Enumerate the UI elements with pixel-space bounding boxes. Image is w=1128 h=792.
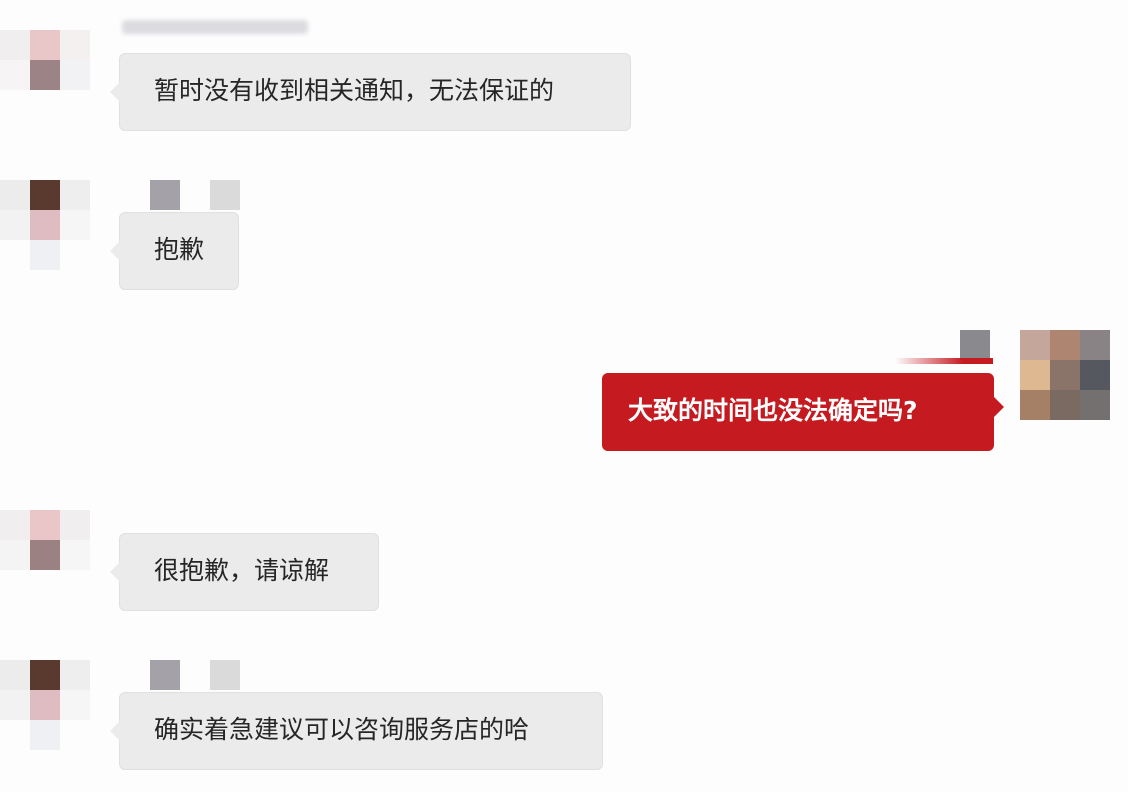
message-bubble[interactable]: 暂时没有收到相关通知，无法保证的 — [110, 53, 631, 131]
decorative-line — [895, 358, 993, 364]
avatar[interactable] — [0, 30, 90, 90]
message-bubble[interactable]: 确实着急建议可以咨询服务店的哈 — [110, 692, 603, 770]
sender-name-blurred — [960, 330, 990, 360]
sender-name-blurred — [150, 180, 180, 210]
message-text: 暂时没有收到相关通知，无法保证的 — [154, 76, 555, 105]
message-bubble[interactable]: 抱歉 — [110, 212, 239, 290]
message-bubble[interactable]: 大致的时间也没法确定吗? — [602, 373, 1004, 451]
message-text: 确实着急建议可以咨询服务店的哈 — [154, 715, 530, 744]
avatar[interactable] — [0, 660, 90, 750]
message-text: 抱歉 — [154, 235, 205, 264]
sender-name-blurred — [122, 20, 308, 34]
avatar[interactable] — [0, 510, 90, 570]
message-bubble[interactable]: 很抱歉，请谅解 — [110, 533, 379, 611]
message-text: 很抱歉，请谅解 — [154, 556, 330, 585]
sender-name-blurred — [210, 660, 240, 690]
avatar[interactable] — [0, 180, 90, 270]
avatar[interactable] — [1020, 330, 1110, 420]
sender-name-blurred — [150, 660, 180, 690]
sender-name-blurred — [210, 180, 240, 210]
chat-window: 暂时没有收到相关通知，无法保证的 抱歉 大致的时间也没法确定吗? 很抱歉，请谅解… — [0, 0, 1128, 792]
message-text: 大致的时间也没法确定吗? — [628, 396, 918, 425]
